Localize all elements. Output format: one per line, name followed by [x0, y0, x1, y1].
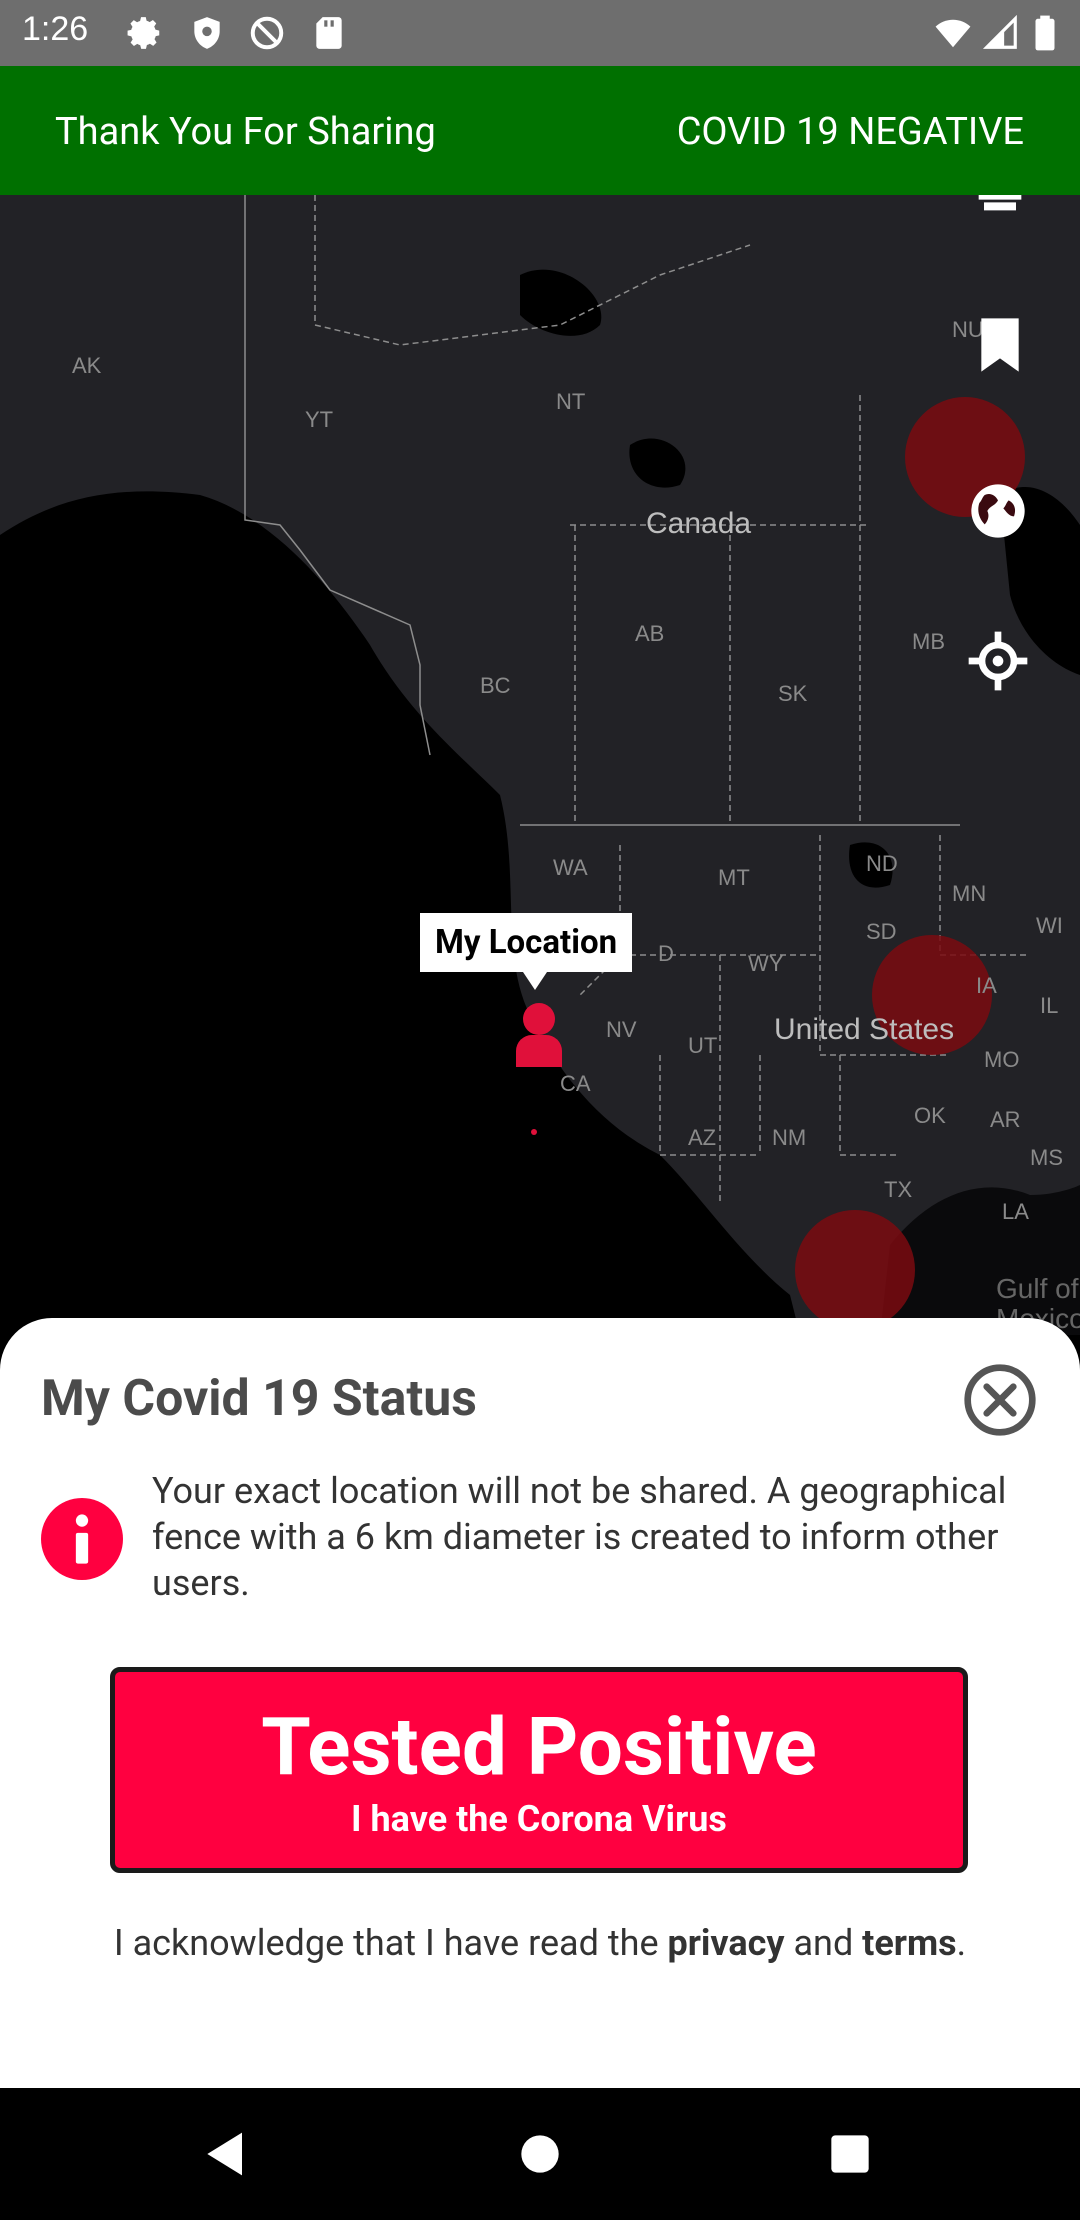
- close-icon[interactable]: [962, 1362, 1038, 1438]
- battery-icon: [1035, 15, 1055, 51]
- tested-positive-label: Tested Positive: [261, 1700, 817, 1794]
- map-view[interactable]: AK YT NT NU Canada AB BC SK MB WA MT ND …: [0, 195, 1080, 1335]
- privacy-link[interactable]: privacy: [667, 1922, 784, 1964]
- map-label-ia: IA: [976, 973, 997, 998]
- clock: 1:26: [22, 10, 89, 48]
- map-label-sk: SK: [778, 681, 808, 706]
- back-icon[interactable]: [194, 2122, 258, 2186]
- at-icon: [250, 16, 284, 50]
- tested-positive-button[interactable]: Tested Positive I have the Corona Virus: [110, 1667, 968, 1873]
- map-label-bc: BC: [480, 673, 511, 698]
- map-label-ok: OK: [914, 1103, 946, 1128]
- map-label-il: IL: [1040, 993, 1059, 1018]
- map-label-sd: SD: [866, 919, 897, 944]
- shield-icon: [194, 17, 220, 49]
- map-label-mb: MB: [912, 629, 945, 654]
- home-icon[interactable]: [508, 2122, 572, 2186]
- map-label-gulf: Gulf of: [996, 1273, 1079, 1304]
- sd-card-icon: [316, 17, 342, 49]
- map-label-us: United States: [774, 1013, 955, 1046]
- crosshair-icon[interactable]: [966, 629, 1030, 693]
- map-label-id: D: [658, 941, 674, 966]
- bookmark-icon[interactable]: [968, 313, 1032, 377]
- map-label-wa: WA: [553, 855, 588, 880]
- map-label-mn: MN: [952, 881, 987, 906]
- recents-icon[interactable]: [818, 2122, 882, 2186]
- map-label-mo: MO: [984, 1047, 1020, 1072]
- map-label-az: AZ: [688, 1125, 717, 1150]
- globe-icon[interactable]: [966, 479, 1030, 543]
- status-bottom-sheet: My Covid 19 Status Your exact location w…: [0, 1318, 1080, 2088]
- map-label-la: LA: [1002, 1199, 1029, 1224]
- status-bar: 1:26: [0, 0, 1080, 66]
- share-status-banner: Thank You For Sharing COVID 19 NEGATIVE: [0, 66, 1080, 195]
- map-label-ak: AK: [72, 353, 102, 378]
- map-label-ca: CA: [560, 1071, 591, 1096]
- sheet-title: My Covid 19 Status: [41, 1370, 477, 1428]
- covid-status-text[interactable]: COVID 19 NEGATIVE: [677, 110, 1024, 154]
- map-label-nm: NM: [772, 1125, 807, 1150]
- ack-and: and: [784, 1922, 863, 1964]
- info-icon: [41, 1498, 123, 1580]
- map-label-nd: ND: [866, 851, 898, 876]
- signal-icon: [982, 14, 1017, 49]
- terms-link[interactable]: terms: [862, 1922, 956, 1964]
- layers-icon[interactable]: [968, 195, 1032, 237]
- map-label-nv: NV: [606, 1017, 637, 1042]
- map-label-nt: NT: [556, 389, 586, 414]
- gear-icon: [127, 17, 160, 49]
- map-canvas: [0, 195, 1080, 1335]
- map-label-mt: MT: [718, 865, 750, 890]
- wifi-icon: [935, 19, 971, 48]
- ack-suffix: .: [956, 1922, 967, 1964]
- map-label-wy: WY: [748, 951, 784, 976]
- map-label-ut: UT: [688, 1033, 718, 1058]
- my-location-callout[interactable]: My Location: [420, 913, 633, 990]
- map-label-ab: AB: [635, 621, 665, 646]
- corona-virus-sublabel: I have the Corona Virus: [351, 1798, 727, 1840]
- map-label-wi: WI: [1036, 913, 1063, 938]
- acknowledgement-text: I acknowledge that I have read the priva…: [0, 1922, 1080, 1964]
- map-label-ms: MS: [1030, 1145, 1063, 1170]
- map-label-ar: AR: [990, 1107, 1021, 1132]
- ack-prefix: I acknowledge that I have read the: [113, 1922, 668, 1964]
- person-marker-icon[interactable]: [512, 1001, 566, 1067]
- map-label-yt: YT: [305, 407, 334, 432]
- thank-you-text: Thank You For Sharing: [55, 110, 436, 154]
- map-label-tx: TX: [884, 1177, 913, 1202]
- map-label-canada: Canada: [646, 507, 752, 540]
- navigation-bar: [0, 2088, 1080, 2220]
- info-message: Your exact location will not be shared. …: [152, 1470, 1007, 1604]
